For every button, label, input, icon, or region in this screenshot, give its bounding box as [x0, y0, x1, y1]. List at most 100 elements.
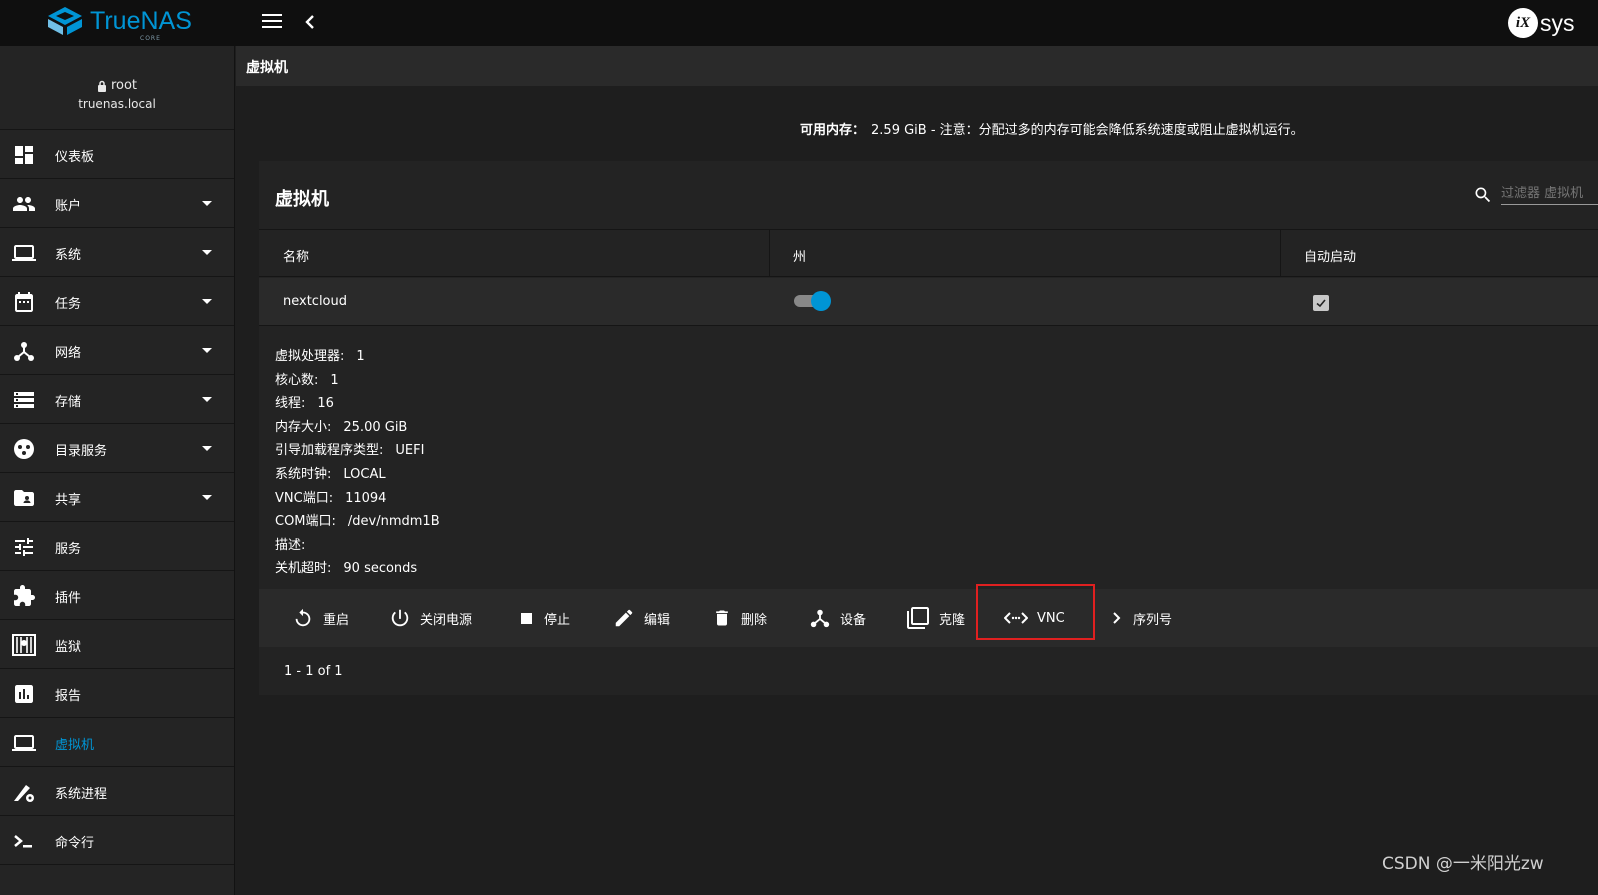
vnc-highlight-box: [976, 584, 1095, 640]
detail-label: 系统时钟:: [275, 466, 332, 482]
sidebar-item-label: 报告: [55, 689, 82, 704]
detail-value: LOCAL: [343, 466, 386, 482]
detail-bootloader: 引导加载程序类型: UEFI: [275, 439, 440, 463]
detail-label: 虚拟处理器:: [275, 349, 345, 364]
sidebar-item-plugins[interactable]: 插件: [0, 571, 234, 620]
serial-label: 序列号: [1133, 612, 1173, 628]
detail-label: 线程:: [275, 396, 306, 412]
user-info: root truenas.local: [0, 46, 234, 130]
column-header-state[interactable]: 州: [793, 246, 806, 265]
sidebar-item-services[interactable]: 服务: [0, 522, 234, 571]
chart-icon: [15, 685, 33, 703]
sidebar-item-directory-services[interactable]: 目录服务: [0, 424, 234, 473]
sidebar-item-system-processes[interactable]: 系统进程: [0, 767, 234, 816]
memory-note: 可用内存： 2.59 GiB - 注意：分配过多的内存可能会降低系统速度或阻止虚拟…: [800, 119, 1304, 138]
caret-down-icon: [202, 397, 212, 402]
sidebar-item-label: 任务: [55, 297, 82, 312]
top-bar: TrueNAS CORE iX sys: [0, 0, 1598, 46]
sidebar-item-label: 命令行: [55, 836, 95, 851]
brand-sub: CORE: [140, 34, 161, 42]
menu-toggle-icon[interactable]: [262, 14, 282, 30]
sidebar-item-label: 插件: [55, 591, 82, 606]
detail-label: 核心数:: [275, 372, 319, 388]
state-toggle[interactable]: [794, 291, 831, 311]
caret-down-icon: [202, 201, 212, 206]
laptop-icon: [12, 245, 36, 261]
table-header: 名称 州 自动启动: [259, 230, 1598, 277]
truenas-logo[interactable]: TrueNAS CORE: [46, 6, 192, 42]
clone-button[interactable]: 克隆: [906, 589, 965, 647]
detail-label: VNC端口:: [275, 490, 334, 506]
folder-share-icon: [14, 490, 34, 506]
sidebar-item-system[interactable]: 系统: [0, 228, 234, 277]
detail-cores: 核心数: 1: [275, 369, 440, 393]
breadcrumb-bar: 虚拟机: [236, 46, 1598, 86]
ixsystems-logo[interactable]: iX sys: [1508, 8, 1575, 38]
stop-button[interactable]: 停止: [519, 589, 570, 647]
detail-label: COM端口:: [275, 514, 336, 530]
delete-label: 删除: [741, 612, 768, 628]
sidebar-item-storage[interactable]: 存储: [0, 375, 234, 424]
ix-mark: iX: [1508, 8, 1538, 38]
action-bar: 重启 关闭电源 停止 编辑 删除 设备 克隆 VNC 序列号: [259, 584, 1598, 647]
chevron-left-icon[interactable]: [302, 11, 318, 33]
clone-label: 克隆: [939, 612, 966, 628]
column-header-name[interactable]: 名称: [283, 246, 309, 265]
memory-value: 2.59 GiB: [871, 123, 927, 138]
storage-icon: [14, 392, 34, 408]
sidebar-item-label: 服务: [55, 542, 82, 557]
vendor-name: sys: [1540, 9, 1575, 36]
check-icon: [1316, 299, 1326, 308]
card-title: 虚拟机: [275, 189, 329, 210]
sidebar-item-dashboard[interactable]: 仪表板: [0, 130, 234, 179]
jail-icon: [12, 634, 36, 656]
calendar-icon: [15, 292, 33, 312]
detail-vnc-port: VNC端口: 11094: [275, 487, 440, 511]
sidebar-item-label: 共享: [55, 493, 82, 508]
autostart-checkbox[interactable]: [1313, 295, 1329, 311]
devices-button[interactable]: 设备: [809, 589, 866, 647]
delete-button[interactable]: 删除: [712, 589, 767, 647]
filter-input[interactable]: [1501, 185, 1598, 205]
sidebar-item-label: 目录服务: [55, 444, 108, 459]
network-icon: [14, 342, 34, 361]
sidebar-item-reporting[interactable]: 报告: [0, 669, 234, 718]
username: root: [110, 78, 138, 93]
dashboard-icon: [15, 146, 33, 164]
power-off-button[interactable]: 关闭电源: [389, 589, 472, 647]
table-row[interactable]: nextcloud: [259, 278, 1598, 326]
restart-button[interactable]: 重启: [292, 589, 349, 647]
serial-button[interactable]: 序列号: [1110, 589, 1172, 647]
detail-memory: 内存大小: 25.00 GiB: [275, 416, 440, 440]
vm-name: nextcloud: [283, 294, 348, 309]
vm-card: 虚拟机 名称 州 自动启动 nextcloud 虚拟处理器: 1 核心数: 1 线程…: [259, 161, 1598, 695]
pagination-range: 1 - 1 of 1: [284, 664, 343, 679]
search-icon: [1475, 187, 1491, 203]
watermark: CSDN @一米阳光zw: [1382, 854, 1544, 874]
sidebar-item-tasks[interactable]: 任务: [0, 277, 234, 326]
sidebar-item-shell[interactable]: 命令行: [0, 816, 234, 865]
sidebar-item-network[interactable]: 网络: [0, 326, 234, 375]
detail-vcpus: 虚拟处理器: 1: [275, 345, 440, 369]
sidebar-item-jails[interactable]: 监狱: [0, 620, 234, 669]
vm-icon: [12, 735, 36, 751]
sidebar-item-label: 虚拟机: [55, 738, 95, 753]
filter: [1473, 185, 1598, 205]
stop-icon: [521, 613, 532, 624]
truenas-logo-icon: [48, 7, 82, 35]
detail-label: 描述:: [275, 537, 306, 553]
edit-button[interactable]: 编辑: [613, 589, 670, 647]
sidebar-item-label: 存储: [55, 395, 82, 410]
breadcrumb: 虚拟机: [246, 60, 288, 76]
column-header-autostart[interactable]: 自动启动: [1304, 246, 1356, 265]
lock-icon: [97, 80, 106, 92]
sidebar-item-virtual-machines[interactable]: 虚拟机: [0, 718, 234, 767]
detail-value: /dev/nmdm1B: [347, 514, 440, 530]
restart-label: 重启: [323, 612, 350, 628]
sidebar-item-label: 仪表板: [55, 150, 95, 165]
sidebar-item-sharing[interactable]: 共享: [0, 473, 234, 522]
detail-value: 1: [330, 372, 339, 388]
people-icon: [13, 197, 35, 211]
power-icon: [391, 609, 409, 627]
sidebar-item-accounts[interactable]: 账户: [0, 179, 234, 228]
